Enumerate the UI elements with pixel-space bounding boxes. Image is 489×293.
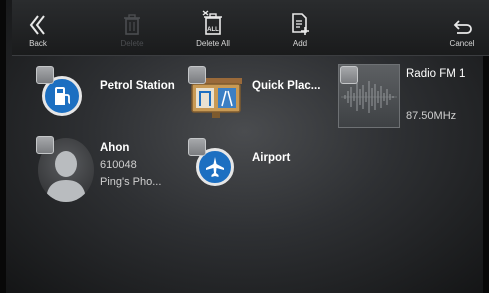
add-document-icon — [291, 0, 309, 36]
contact-number: 610048 — [100, 159, 137, 171]
favorite-item-petrol-station[interactable]: Petrol Station — [32, 64, 182, 124]
item-checkbox[interactable] — [188, 66, 206, 84]
return-arrow-icon — [451, 0, 473, 36]
svg-text:ALL: ALL — [207, 27, 219, 33]
favorites-edit-screen: Back Delete ALL Delete All Add Cancel Pe… — [0, 0, 489, 293]
favorite-item-radio-fm1[interactable]: Radio FM 1 87.50MHz — [336, 62, 486, 132]
favorite-item-airport[interactable]: Airport — [184, 134, 334, 194]
add-button[interactable]: Add — [276, 0, 324, 56]
favorite-item-quick-place[interactable]: Quick Plac... — [184, 64, 334, 124]
trash-all-icon: ALL — [202, 0, 224, 36]
item-checkbox[interactable] — [188, 138, 206, 156]
quick-place-icon — [190, 78, 242, 118]
item-title: Airport — [252, 152, 291, 164]
back-button[interactable]: Back — [16, 0, 60, 56]
delete-button[interactable]: Delete — [104, 0, 160, 56]
add-label: Add — [292, 39, 308, 48]
delete-all-button[interactable]: ALL Delete All — [180, 0, 246, 56]
back-label: Back — [29, 39, 47, 48]
contact-name: Ahon — [100, 142, 130, 154]
item-title: Radio FM 1 — [406, 68, 466, 80]
delete-label: Delete — [120, 39, 144, 48]
trash-icon — [123, 0, 141, 36]
item-title: Quick Plac... — [252, 80, 321, 92]
item-checkbox[interactable] — [36, 66, 54, 84]
contact-phone-label: Ping's Pho... — [100, 176, 162, 188]
favorite-item-contact-ahon[interactable]: Ahon 610048 Ping's Pho... — [32, 134, 182, 204]
item-frequency: 87.50MHz — [406, 110, 457, 122]
cancel-button[interactable]: Cancel — [438, 0, 486, 56]
item-checkbox[interactable] — [36, 136, 54, 154]
toolbar: Back Delete ALL Delete All Add Cancel — [12, 0, 489, 56]
item-title: Petrol Station — [100, 80, 175, 92]
double-chevron-left-icon — [28, 0, 48, 36]
delete-all-label: Delete All — [196, 39, 230, 48]
item-checkbox[interactable] — [340, 66, 358, 84]
cancel-label: Cancel — [449, 39, 475, 48]
